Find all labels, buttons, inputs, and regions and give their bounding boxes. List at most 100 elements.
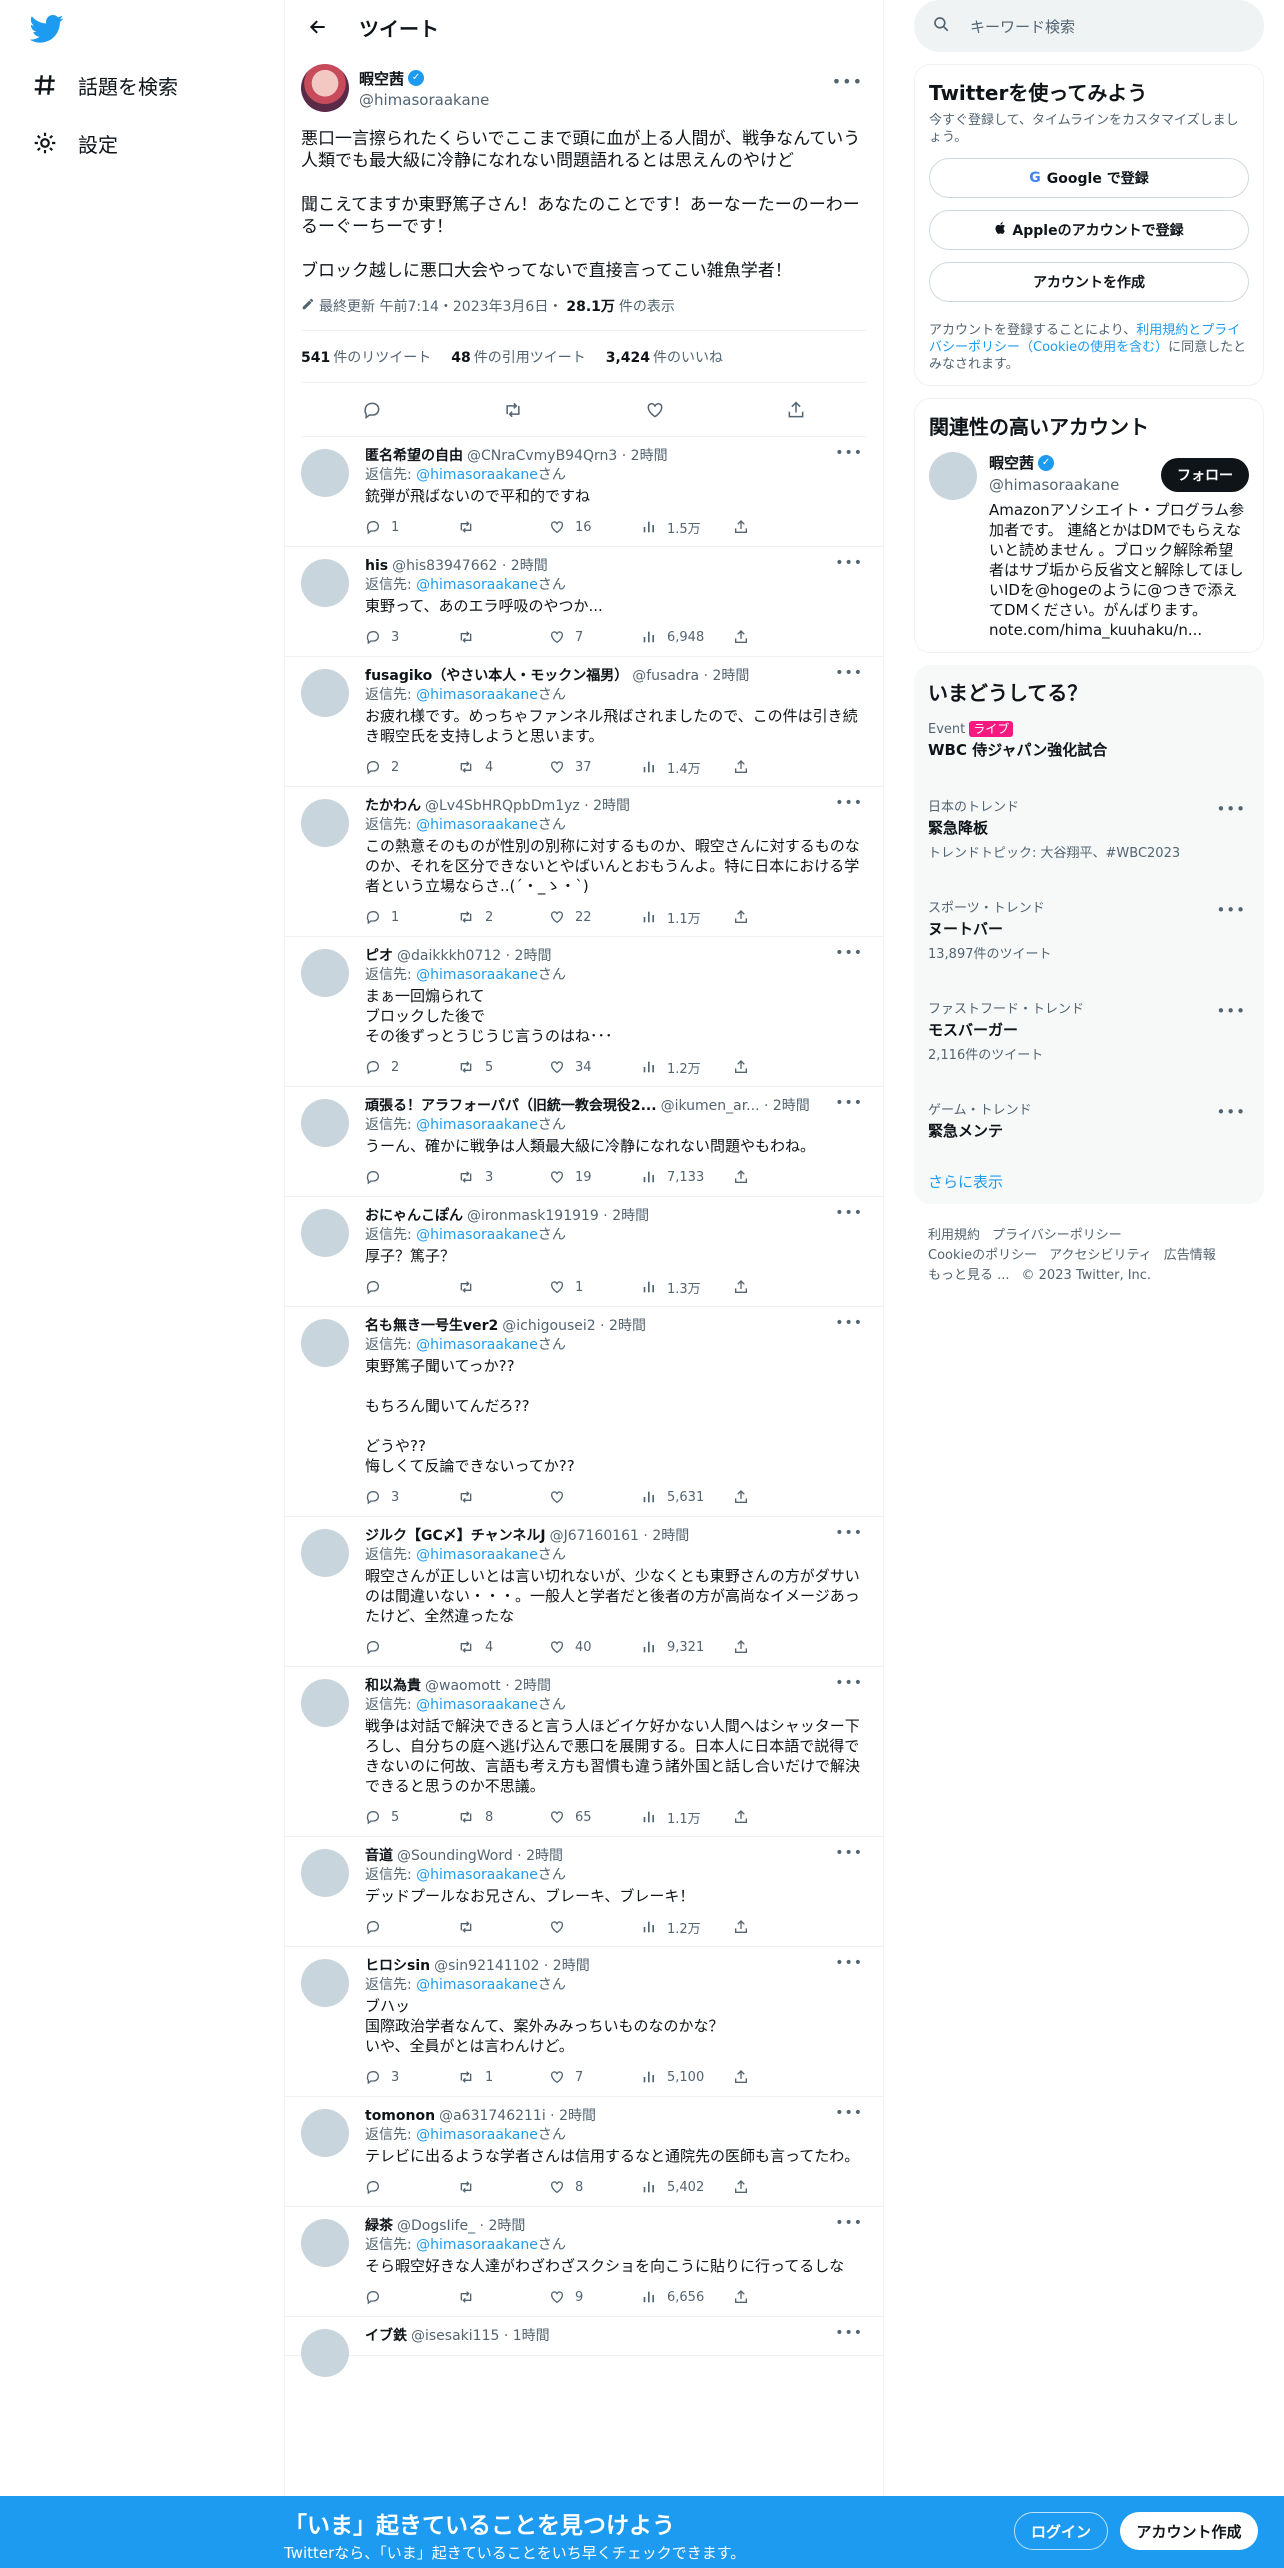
more-options-icon[interactable]: •••: [1216, 901, 1246, 919]
like-button[interactable]: 65: [549, 1809, 641, 1825]
reply-to-link[interactable]: @himasoraakane: [416, 1337, 538, 1353]
reply-author-name[interactable]: fusagiko（やさい本人・モックン福男）: [365, 667, 628, 685]
avatar[interactable]: [301, 799, 349, 847]
more-options-icon[interactable]: •••: [835, 2105, 863, 2121]
create-account-button[interactable]: アカウントを作成: [929, 262, 1249, 302]
views-button[interactable]: 7,133: [641, 1169, 733, 1185]
reply-button[interactable]: [365, 2179, 457, 2195]
reply-author-name[interactable]: tomonon: [365, 2107, 435, 2125]
reply-author-name[interactable]: おにゃんこぽん: [365, 1207, 463, 1225]
search-input[interactable]: キーワード検索: [914, 0, 1264, 52]
reply-time[interactable]: 2時間: [773, 1097, 810, 1115]
views-button[interactable]: 1.3万: [641, 1278, 733, 1297]
reply-author-handle[interactable]: @sin92141102: [434, 1957, 539, 1975]
share-button[interactable]: [733, 2069, 759, 2085]
reply-author-name[interactable]: 名も無き一号生ver2: [365, 1317, 498, 1335]
reply-button[interactable]: 3: [365, 2069, 457, 2085]
reply-to-link[interactable]: @himasoraakane: [416, 2127, 538, 2143]
share-button[interactable]: [733, 2289, 759, 2305]
footer-link[interactable]: アクセシビリティ: [1049, 1248, 1152, 1263]
share-button[interactable]: [733, 2179, 759, 2195]
avatar[interactable]: [301, 2329, 349, 2377]
reply-tweet[interactable]: ••• イブ鉄 @isesaki115 · 1時間: [285, 2317, 883, 2377]
views-button[interactable]: 5,631: [641, 1489, 733, 1505]
retweet-button[interactable]: 5: [457, 1059, 549, 1075]
retweets-stat[interactable]: 541 件のリツイート: [301, 347, 431, 367]
reply-tweet[interactable]: ••• his @his83947662 · 2時間 返信先: @himasoraak…: [285, 547, 883, 657]
reply-time[interactable]: 2時間: [609, 1317, 646, 1335]
google-signup-button[interactable]: G Google で登録: [929, 158, 1249, 198]
reply-tweet[interactable]: ••• 和以為貴 @waomott · 2時間 返信先: @himasoraakane…: [285, 1667, 883, 1837]
reply-author-name[interactable]: 緑茶: [365, 2217, 393, 2235]
reply-to-link[interactable]: @himasoraakane: [416, 577, 538, 593]
trend-item[interactable]: ファストフード・トレンド モスバーガー 2,116件のツイート •••: [928, 998, 1250, 1063]
reply-to-link[interactable]: @himasoraakane: [416, 1977, 538, 1993]
reply-author-handle[interactable]: @fusadra: [632, 667, 699, 685]
reply-author-handle[interactable]: @his83947662: [392, 557, 497, 575]
reply-author-name[interactable]: たかわん: [365, 797, 421, 815]
share-button[interactable]: [733, 1169, 759, 1185]
like-button[interactable]: 1: [549, 1279, 641, 1295]
reply-tweet[interactable]: ••• おにゃんこぽん @ironmask191919 · 2時間 返信先: @him…: [285, 1197, 883, 1307]
reply-author-handle[interactable]: @Lv4SbHRQpbDm1yz: [425, 797, 580, 815]
reply-time[interactable]: 2時間: [515, 947, 552, 965]
avatar[interactable]: [929, 452, 977, 500]
more-options-icon[interactable]: •••: [835, 945, 863, 961]
reply-button[interactable]: 2: [365, 1059, 457, 1075]
author-handle[interactable]: @himasoraakane: [359, 91, 489, 109]
like-button[interactable]: 19: [549, 1169, 641, 1185]
reply-button[interactable]: [365, 1639, 457, 1655]
signup-button[interactable]: アカウント作成: [1120, 2512, 1258, 2550]
footer-link[interactable]: プライバシーポリシー: [992, 1228, 1122, 1243]
more-options-icon[interactable]: •••: [1216, 1002, 1246, 1020]
share-button[interactable]: [733, 759, 759, 775]
retweet-button[interactable]: [457, 1489, 549, 1505]
avatar[interactable]: [301, 2109, 349, 2157]
reply-to-link[interactable]: @himasoraakane: [416, 967, 538, 983]
like-button[interactable]: 8: [549, 2179, 641, 2195]
reply-author-handle[interactable]: @DogsIife_: [397, 2217, 475, 2235]
reply-button[interactable]: [365, 1279, 457, 1295]
reply-tweet[interactable]: ••• 緑茶 @DogsIife_ · 2時間 返信先: @himasoraakane…: [285, 2207, 883, 2317]
reply-button[interactable]: 3: [365, 1489, 457, 1505]
trend-item[interactable]: Event ライブ WBC 侍ジャパン強化試合: [928, 720, 1250, 760]
more-options-icon[interactable]: •••: [835, 1095, 863, 1111]
share-icon[interactable]: [785, 399, 807, 421]
reply-tweet[interactable]: ••• 名も無き一号生ver2 @ichigousei2 · 2時間 返信先: @hi…: [285, 1307, 883, 1517]
views-button[interactable]: 5,100: [641, 2069, 733, 2085]
edited-timestamp[interactable]: 最終更新 午前7:14・2023年3月6日・: [319, 296, 562, 316]
reply-time[interactable]: 2時間: [526, 1847, 563, 1865]
avatar[interactable]: [301, 64, 349, 112]
avatar[interactable]: [301, 1959, 349, 2007]
more-options-icon[interactable]: •••: [835, 1205, 863, 1221]
reply-time[interactable]: 2時間: [612, 1207, 649, 1225]
reply-author-name[interactable]: ジルク【GC〆】チャンネルJ: [365, 1527, 546, 1545]
apple-signup-button[interactable]: Appleのアカウントで登録: [929, 210, 1249, 250]
more-options-icon[interactable]: •••: [1216, 800, 1246, 818]
reply-time[interactable]: 2時間: [511, 557, 548, 575]
reply-time[interactable]: 2時間: [514, 1677, 551, 1695]
reply-icon[interactable]: [361, 399, 383, 421]
reply-to-link[interactable]: @himasoraakane: [416, 1697, 538, 1713]
avatar[interactable]: [301, 1099, 349, 1147]
avatar[interactable]: [301, 559, 349, 607]
nav-settings[interactable]: 設定: [30, 128, 118, 158]
reply-author-handle[interactable]: @ironmask191919: [467, 1207, 599, 1225]
show-more-link[interactable]: さらに表示: [928, 1171, 1250, 1192]
like-button[interactable]: 34: [549, 1059, 641, 1075]
trend-item[interactable]: スポーツ・トレンド ヌートバー 13,897件のツイート •••: [928, 897, 1250, 962]
nav-explore[interactable]: 話題を検索: [30, 70, 178, 100]
like-button[interactable]: 7: [549, 2069, 641, 2085]
views-button[interactable]: 1.4万: [641, 758, 733, 777]
more-options-icon[interactable]: •••: [835, 795, 863, 811]
reply-to-link[interactable]: @himasoraakane: [416, 467, 538, 483]
retweet-button[interactable]: 8: [457, 1809, 549, 1825]
more-options-icon[interactable]: •••: [835, 665, 863, 681]
retweet-button[interactable]: [457, 2179, 549, 2195]
views-button[interactable]: 1.2万: [641, 1058, 733, 1077]
reply-author-name[interactable]: 音道: [365, 1847, 393, 1865]
reply-author-name[interactable]: 和以為貴: [365, 1677, 421, 1695]
reply-tweet[interactable]: ••• たかわん @Lv4SbHRQpbDm1yz · 2時間 返信先: @himas…: [285, 787, 883, 937]
reply-tweet[interactable]: ••• fusagiko（やさい本人・モックン福男） @fusadra · 2時間返…: [285, 657, 883, 787]
reply-author-handle[interactable]: @SoundingWord: [397, 1847, 513, 1865]
